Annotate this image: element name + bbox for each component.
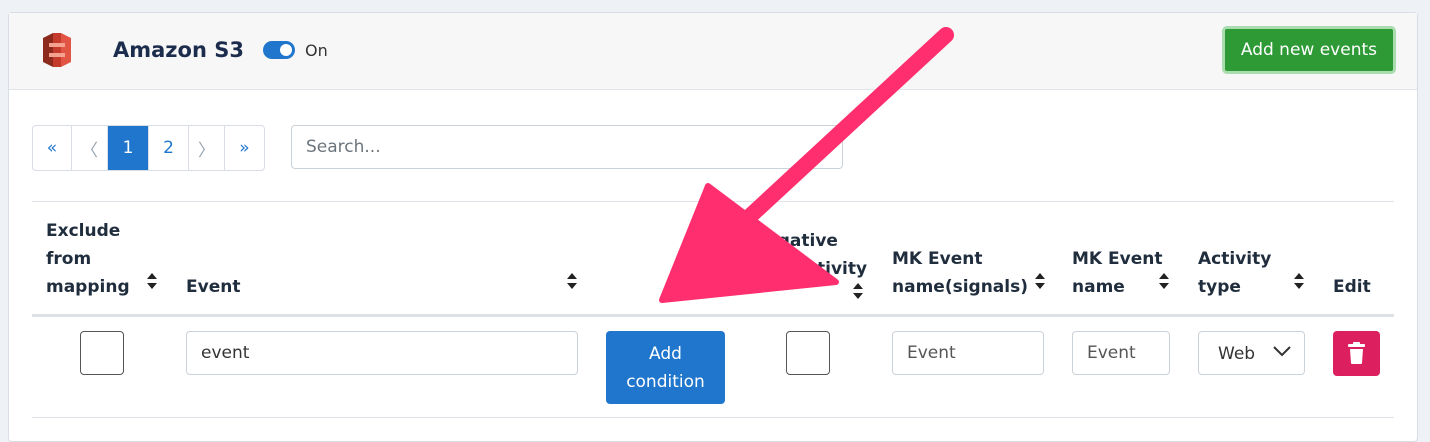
toggle-label: On (305, 41, 328, 60)
search-input[interactable] (291, 125, 843, 169)
exclude-checkbox[interactable] (80, 331, 124, 375)
pagination: « 〈 1 2 〉 » (32, 125, 265, 171)
amazon-s3-logo (43, 33, 71, 67)
col-header-exclude-line2: from (46, 249, 92, 269)
mk-event-name-input[interactable] (1072, 331, 1170, 375)
activity-type-select[interactable]: Web (1198, 331, 1305, 375)
sort-activity-icon[interactable] (1294, 273, 1304, 289)
col-header-activity-line2: type (1198, 277, 1241, 297)
col-header-mk-signals-line2: name(signals) (892, 277, 1028, 297)
col-header-mk-signals-line1: MK Event (892, 249, 983, 269)
service-title: Amazon S3 (113, 38, 244, 62)
first-page-button[interactable]: « (33, 126, 71, 170)
sort-negative-icon[interactable] (853, 283, 863, 299)
enabled-toggle[interactable] (263, 41, 295, 59)
sort-mk-signals-icon[interactable] (1035, 273, 1045, 289)
col-header-mk-signals: MK Event name(signals) (892, 245, 1028, 301)
card-header: Amazon S3 On Add new events (9, 13, 1417, 90)
col-header-exclude: Exclude from mapping (46, 217, 130, 301)
col-header-edit: Edit (1333, 277, 1371, 297)
trash-icon (1348, 342, 1365, 364)
page-1-button[interactable]: 1 (107, 126, 148, 170)
event-input[interactable] (186, 331, 578, 375)
add-condition-line1: Add (649, 343, 682, 364)
table-row-border (32, 417, 1394, 418)
add-new-events-button[interactable]: Add new events (1221, 26, 1396, 74)
col-header-negative: Negative User Activity (744, 227, 867, 283)
col-header-negative-line1: Negative (752, 231, 838, 251)
next-page-button[interactable]: 〉 (188, 126, 224, 170)
delete-button[interactable] (1333, 331, 1380, 376)
add-condition-button[interactable]: Add condition (606, 331, 725, 404)
chevron-down-icon (1273, 346, 1291, 357)
sort-exclude-icon[interactable] (147, 273, 157, 289)
negative-activity-checkbox[interactable] (786, 331, 830, 375)
col-header-negative-line2: User Activity (744, 259, 868, 279)
sort-event-icon[interactable] (567, 273, 577, 289)
col-header-activity-line1: Activity (1198, 249, 1272, 269)
page-2-button[interactable]: 2 (148, 126, 188, 170)
col-header-mk-name-line1: MK Event (1072, 249, 1163, 269)
col-header-event: Event (186, 277, 241, 297)
last-page-button[interactable]: » (224, 126, 264, 170)
col-header-exclude-line1: Exclude (46, 221, 121, 241)
toggle-knob (280, 44, 292, 56)
sort-mk-name-icon[interactable] (1159, 273, 1169, 289)
mk-event-signals-input[interactable] (892, 331, 1044, 375)
col-header-mk-name-line2: name (1072, 277, 1125, 297)
col-header-mk-name: MK Event name (1072, 245, 1162, 301)
activity-type-value: Web (1218, 344, 1256, 364)
table-header-border (32, 314, 1394, 317)
col-header-activity: Activity type (1198, 245, 1271, 301)
col-header-exclude-line3: mapping (46, 277, 130, 297)
prev-page-button[interactable]: 〈 (71, 126, 107, 170)
add-condition-line2: condition (626, 371, 705, 392)
table-top-border (32, 201, 1394, 202)
